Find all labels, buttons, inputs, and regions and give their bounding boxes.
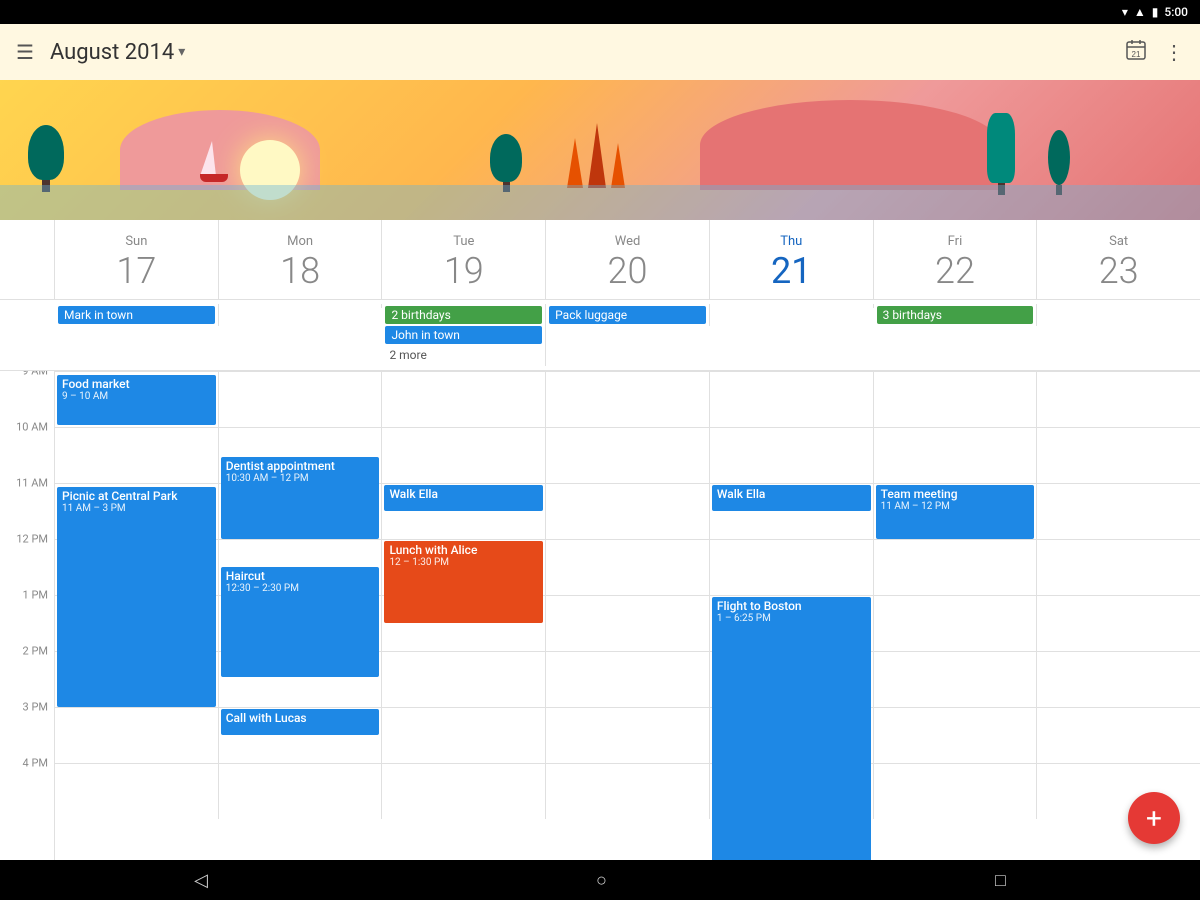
day-col-wed [546, 371, 710, 819]
add-event-fab[interactable]: + [1128, 792, 1180, 844]
day-col-sat [1037, 371, 1200, 819]
event-dentist[interactable]: Dentist appointment 10:30 AM – 12 PM [221, 457, 380, 539]
signal-icon: ▲ [1134, 5, 1146, 19]
time-label-9am: 9 AM [22, 371, 48, 378]
day-header-thu: Thu 21 [710, 220, 874, 299]
allday-thu [710, 304, 874, 308]
svg-text:21: 21 [1132, 50, 1141, 59]
hero-illustration [0, 80, 1200, 220]
allday-event[interactable]: 2 birthdays [385, 306, 542, 324]
day-header-mon: Mon 18 [219, 220, 383, 299]
calendar-icon: 21 [1124, 38, 1148, 62]
time-label-10am: 10 AM [16, 421, 48, 434]
day-header-sat: Sat 23 [1037, 220, 1200, 299]
allday-event[interactable]: John in town [385, 326, 542, 344]
event-call-lucas[interactable]: Call with Lucas [221, 709, 380, 735]
today-button[interactable]: 21 [1124, 38, 1148, 66]
allday-wed: Pack luggage [546, 304, 710, 326]
calendar-grid: Sun 17 Mon 18 Tue 19 Wed 20 Thu 21 Fri 2… [0, 220, 1200, 860]
event-haircut[interactable]: Haircut 12:30 – 2:30 PM [221, 567, 380, 677]
status-time: 5:00 [1164, 5, 1188, 19]
bottom-nav: ◁ ○ □ [0, 860, 1200, 900]
add-icon: + [1146, 802, 1162, 835]
top-bar: ☰ August 2014 ▾ 21 ⋮ [0, 24, 1200, 80]
allday-event[interactable]: 3 birthdays [877, 306, 1034, 324]
month-selector[interactable]: August 2014 ▾ [50, 40, 185, 65]
day-col-thu: Walk Ella Flight to Boston 1 – 6:25 PM [710, 371, 874, 819]
allday-event[interactable]: Pack luggage [549, 306, 706, 324]
day-col-sun: Food market 9 – 10 AM Picnic at Central … [55, 371, 219, 819]
time-label-11am: 11 AM [16, 477, 48, 490]
event-food-market[interactable]: Food market 9 – 10 AM [57, 375, 216, 425]
allday-area: Mark in town 2 birthdays John in town 2 … [0, 300, 1200, 371]
time-label-2pm: 2 PM [23, 645, 48, 658]
menu-icon[interactable]: ☰ [16, 40, 34, 64]
allday-fri: 3 birthdays [874, 304, 1038, 326]
battery-icon: ▮ [1152, 5, 1159, 19]
time-label-3pm: 3 PM [23, 701, 48, 714]
allday-mon [219, 304, 383, 308]
day-header-wed: Wed 20 [546, 220, 710, 299]
allday-sun: Mark in town [55, 304, 219, 326]
event-picnic[interactable]: Picnic at Central Park 11 AM – 3 PM [57, 487, 216, 707]
more-options-icon[interactable]: ⋮ [1164, 40, 1184, 64]
time-labels: 9 AM 10 AM 11 AM 12 PM 1 PM 2 PM 3 PM 4 … [0, 371, 55, 860]
event-walk-ella-tue[interactable]: Walk Ella [384, 485, 543, 511]
allday-tue: 2 birthdays John in town 2 more [382, 304, 546, 366]
event-flight-boston[interactable]: Flight to Boston 1 – 6:25 PM [712, 597, 871, 860]
event-team-meeting[interactable]: Team meeting 11 AM – 12 PM [876, 485, 1035, 539]
status-bar: ▾ ▲ ▮ 5:00 [0, 0, 1200, 24]
more-events-link[interactable]: 2 more [385, 346, 542, 364]
day-header-sun: Sun 17 [55, 220, 219, 299]
event-lunch-alice[interactable]: Lunch with Alice 12 – 1:30 PM [384, 541, 543, 623]
day-col-fri: Team meeting 11 AM – 12 PM [874, 371, 1038, 819]
allday-event[interactable]: Mark in town [58, 306, 215, 324]
day-col-mon: Dentist appointment 10:30 AM – 12 PM Hai… [219, 371, 383, 819]
boat [200, 141, 228, 182]
day-col-tue: Walk Ella Lunch with Alice 12 – 1:30 PM [382, 371, 546, 819]
wifi-icon: ▾ [1122, 5, 1128, 19]
home-button[interactable]: ○ [596, 870, 607, 891]
time-label-12pm: 12 PM [16, 533, 48, 546]
time-label-4pm: 4 PM [23, 757, 48, 770]
day-columns: Food market 9 – 10 AM Picnic at Central … [55, 371, 1200, 860]
recents-button[interactable]: □ [995, 870, 1006, 891]
dropdown-arrow: ▾ [178, 44, 185, 60]
day-header-fri: Fri 22 [874, 220, 1038, 299]
day-headers-row: Sun 17 Mon 18 Tue 19 Wed 20 Thu 21 Fri 2… [0, 220, 1200, 300]
back-button[interactable]: ◁ [194, 870, 208, 891]
top-bar-actions: 21 ⋮ [1124, 38, 1184, 66]
day-header-tue: Tue 19 [382, 220, 546, 299]
time-label-1pm: 1 PM [23, 589, 48, 602]
allday-sat [1037, 304, 1200, 308]
event-walk-ella-thu[interactable]: Walk Ella [712, 485, 871, 511]
time-grid: 9 AM 10 AM 11 AM 12 PM 1 PM 2 PM 3 PM 4 … [0, 371, 1200, 860]
month-title-text: August 2014 [50, 40, 174, 65]
